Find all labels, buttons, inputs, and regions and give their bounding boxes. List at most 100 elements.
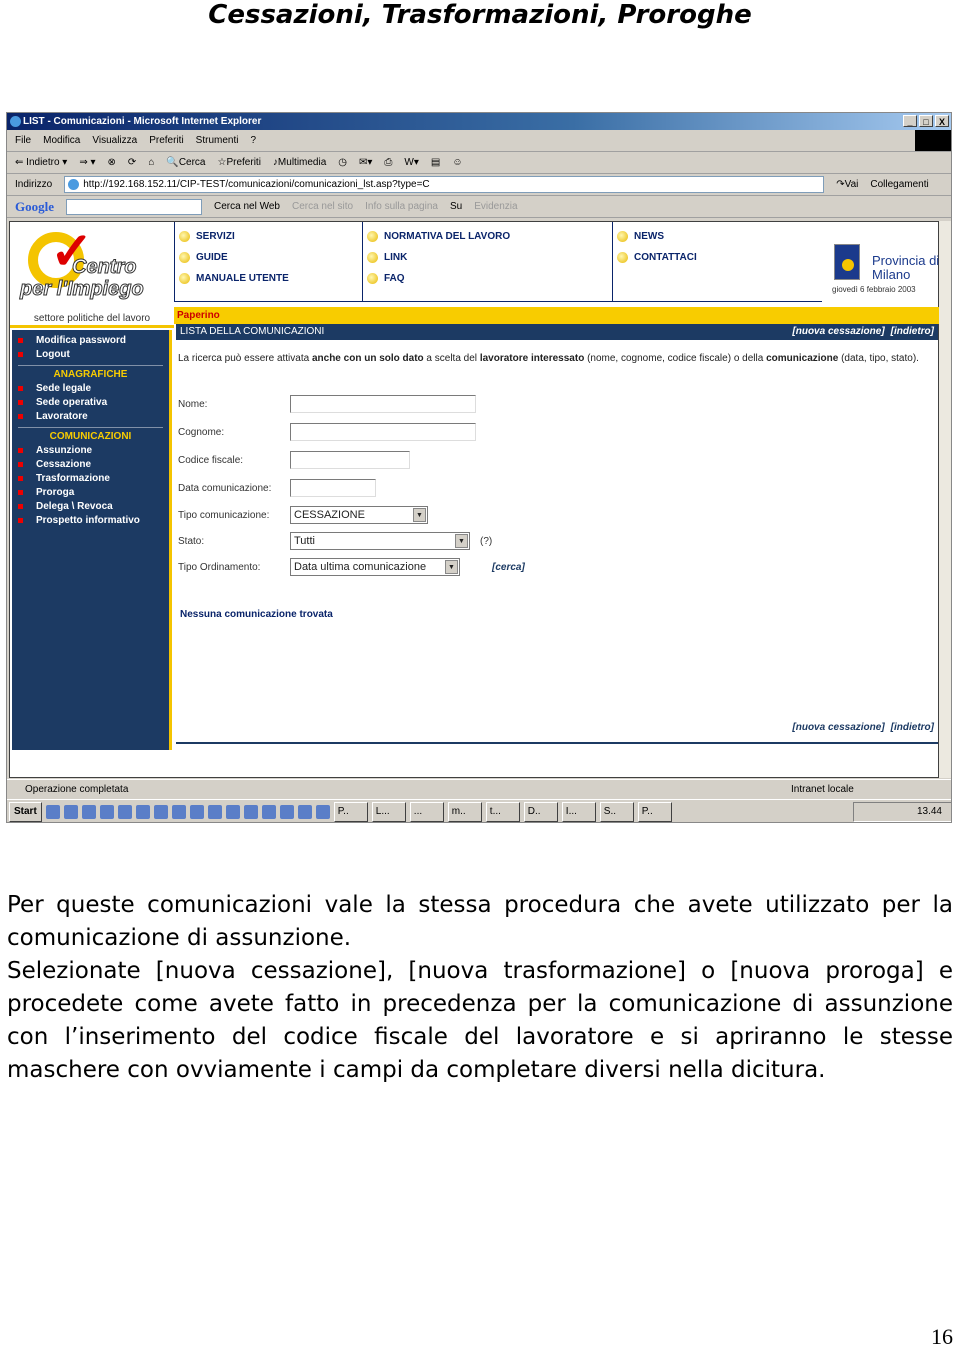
cerca-link[interactable]: [cerca] (492, 562, 525, 573)
google-up[interactable]: Su (450, 201, 462, 212)
quicklaunch-icon[interactable] (63, 805, 78, 819)
sidebar-cessazione[interactable]: Cessazione (12, 457, 169, 471)
new-cessation-link-bottom[interactable]: [nuova cessazione] (792, 722, 884, 733)
nav-news[interactable]: NEWS (613, 226, 822, 247)
history-icon[interactable]: ◷ (338, 157, 347, 168)
menu-help[interactable]: ? (250, 135, 256, 146)
nav-manuale[interactable]: MANUALE UTENTE (175, 268, 362, 289)
quicklaunch-icon[interactable] (297, 805, 312, 819)
back-button[interactable]: ⇐ Indietro ▾ (15, 157, 67, 168)
codice-fiscale-input[interactable] (290, 451, 410, 469)
stop-icon[interactable]: ⊗ (108, 157, 116, 168)
quicklaunch-icon[interactable] (153, 805, 168, 819)
sidebar-logout[interactable]: Logout (12, 347, 169, 361)
sidebar-proroga[interactable]: Proroga (12, 485, 169, 499)
quicklaunch-icon[interactable] (243, 805, 258, 819)
taskbar-button[interactable]: D.. (523, 802, 558, 822)
quicklaunch-icon[interactable] (99, 805, 114, 819)
forward-button[interactable]: ⇒ ▾ (79, 157, 95, 168)
vertical-scrollbar[interactable] (939, 221, 951, 778)
quicklaunch-icon[interactable] (261, 805, 276, 819)
sidebar-sede-operativa[interactable]: Sede operativa (12, 395, 169, 409)
search-button[interactable]: 🔍Cerca (166, 157, 205, 168)
taskbar-button[interactable]: P.. (333, 802, 368, 822)
favorites-button[interactable]: ☆Preferiti (218, 157, 261, 168)
home-icon[interactable]: ⌂ (148, 157, 154, 168)
sidebar-sede-legale[interactable]: Sede legale (12, 381, 169, 395)
menu-visualizza[interactable]: Visualizza (92, 135, 137, 146)
sidebar-delega-revoca[interactable]: Delega \ Revoca (12, 499, 169, 513)
quicklaunch-icon[interactable] (81, 805, 96, 819)
start-button[interactable]: Start (9, 802, 42, 822)
menu-file[interactable]: File (15, 135, 31, 146)
menu-strumenti[interactable]: Strumenti (196, 135, 239, 146)
cf-label: Codice fiscale: (178, 454, 244, 466)
sidebar-heading-comunicazioni: COMUNICAZIONI (18, 427, 163, 443)
taskbar-button[interactable]: L... (371, 802, 406, 822)
tipo-select[interactable]: CESSAZIONE ▼ (290, 506, 428, 524)
new-cessation-link[interactable]: [nuova cessazione] (792, 326, 884, 337)
quicklaunch-icon[interactable] (117, 805, 132, 819)
taskbar-button[interactable]: P.. (637, 802, 672, 822)
edit-icon[interactable]: W▾ (404, 157, 418, 168)
taskbar-button[interactable]: t... (485, 802, 520, 822)
nav-link[interactable]: LINK (363, 247, 612, 268)
taskbar-button[interactable]: S.. (599, 802, 634, 822)
status-bar: Operazione completata Intranet locale (7, 779, 951, 798)
taskbar-button[interactable]: m.. (447, 802, 482, 822)
back-link-bottom[interactable]: [indietro] (891, 722, 934, 733)
quicklaunch-icon[interactable] (45, 805, 60, 819)
quicklaunch-icon[interactable] (207, 805, 222, 819)
menu-modifica[interactable]: Modifica (43, 135, 80, 146)
stato-select[interactable]: Tutti ▼ (290, 532, 470, 550)
print-icon[interactable]: ⎙ (384, 157, 392, 168)
cognome-label: Cognome: (178, 426, 225, 438)
sidebar-prospetto[interactable]: Prospetto informativo (12, 513, 169, 527)
media-button[interactable]: ♪Multimedia (273, 157, 326, 168)
close-button[interactable]: X (935, 115, 949, 127)
back-link[interactable]: [indietro] (891, 326, 934, 337)
google-highlight[interactable]: Evidenzia (474, 201, 517, 212)
go-button[interactable]: ↷Vai (836, 179, 858, 190)
quicklaunch-icon[interactable] (279, 805, 294, 819)
sidebar-assunzione[interactable]: Assunzione (12, 443, 169, 457)
maximize-button[interactable]: □ (919, 115, 933, 127)
quicklaunch-icon[interactable] (135, 805, 150, 819)
google-search-web[interactable]: Cerca nel Web (214, 201, 280, 212)
minimize-button[interactable]: _ (903, 115, 917, 127)
quicklaunch-icon[interactable] (225, 805, 240, 819)
search-form: La ricerca può essere attivata anche con… (178, 352, 938, 620)
google-search-site[interactable]: Cerca nel sito (292, 201, 353, 212)
refresh-icon[interactable]: ⟳ (128, 157, 136, 168)
google-search-input[interactable] (66, 198, 202, 215)
nav-servizi[interactable]: SERVIZI (175, 226, 362, 247)
nav-contattaci[interactable]: CONTATTACI (613, 247, 822, 268)
discuss-icon[interactable]: ▤ (431, 157, 440, 168)
address-input[interactable]: http://192.168.152.11/CIP-TEST/comunicaz… (64, 176, 825, 193)
mail-icon[interactable]: ✉▾ (359, 157, 372, 168)
links-button[interactable]: Collegamenti (870, 179, 928, 190)
google-page-info[interactable]: Info sulla pagina (365, 201, 438, 212)
sidebar-lavoratore[interactable]: Lavoratore (12, 409, 169, 423)
ordinamento-select[interactable]: Data ultima comunicazione ▼ (290, 558, 460, 576)
divider (176, 742, 938, 744)
quicklaunch-icon[interactable] (315, 805, 330, 819)
page-number: 16 (931, 1324, 953, 1349)
sidebar-trasformazione[interactable]: Trasformazione (12, 471, 169, 485)
menu-preferiti[interactable]: Preferiti (149, 135, 183, 146)
nav-normativa[interactable]: NORMATIVA DEL LAVORO (363, 226, 612, 247)
taskbar: Start P.. L... ... m.. t... D.. I... S..… (7, 799, 951, 822)
taskbar-button[interactable]: ... (409, 802, 444, 822)
google-logo[interactable]: Google (15, 199, 54, 215)
quicklaunch-icon[interactable] (189, 805, 204, 819)
taskbar-button[interactable]: I... (561, 802, 596, 822)
nome-input[interactable] (290, 395, 476, 413)
messenger-icon[interactable]: ☺ (452, 157, 462, 168)
nav-guide[interactable]: GUIDE (175, 247, 362, 268)
sidebar-modifica-password[interactable]: Modifica password (12, 333, 169, 347)
help-link[interactable]: (?) (480, 536, 492, 547)
nav-faq[interactable]: FAQ (363, 268, 612, 289)
quicklaunch-icon[interactable] (171, 805, 186, 819)
data-input[interactable] (290, 479, 376, 497)
cognome-input[interactable] (290, 423, 476, 441)
